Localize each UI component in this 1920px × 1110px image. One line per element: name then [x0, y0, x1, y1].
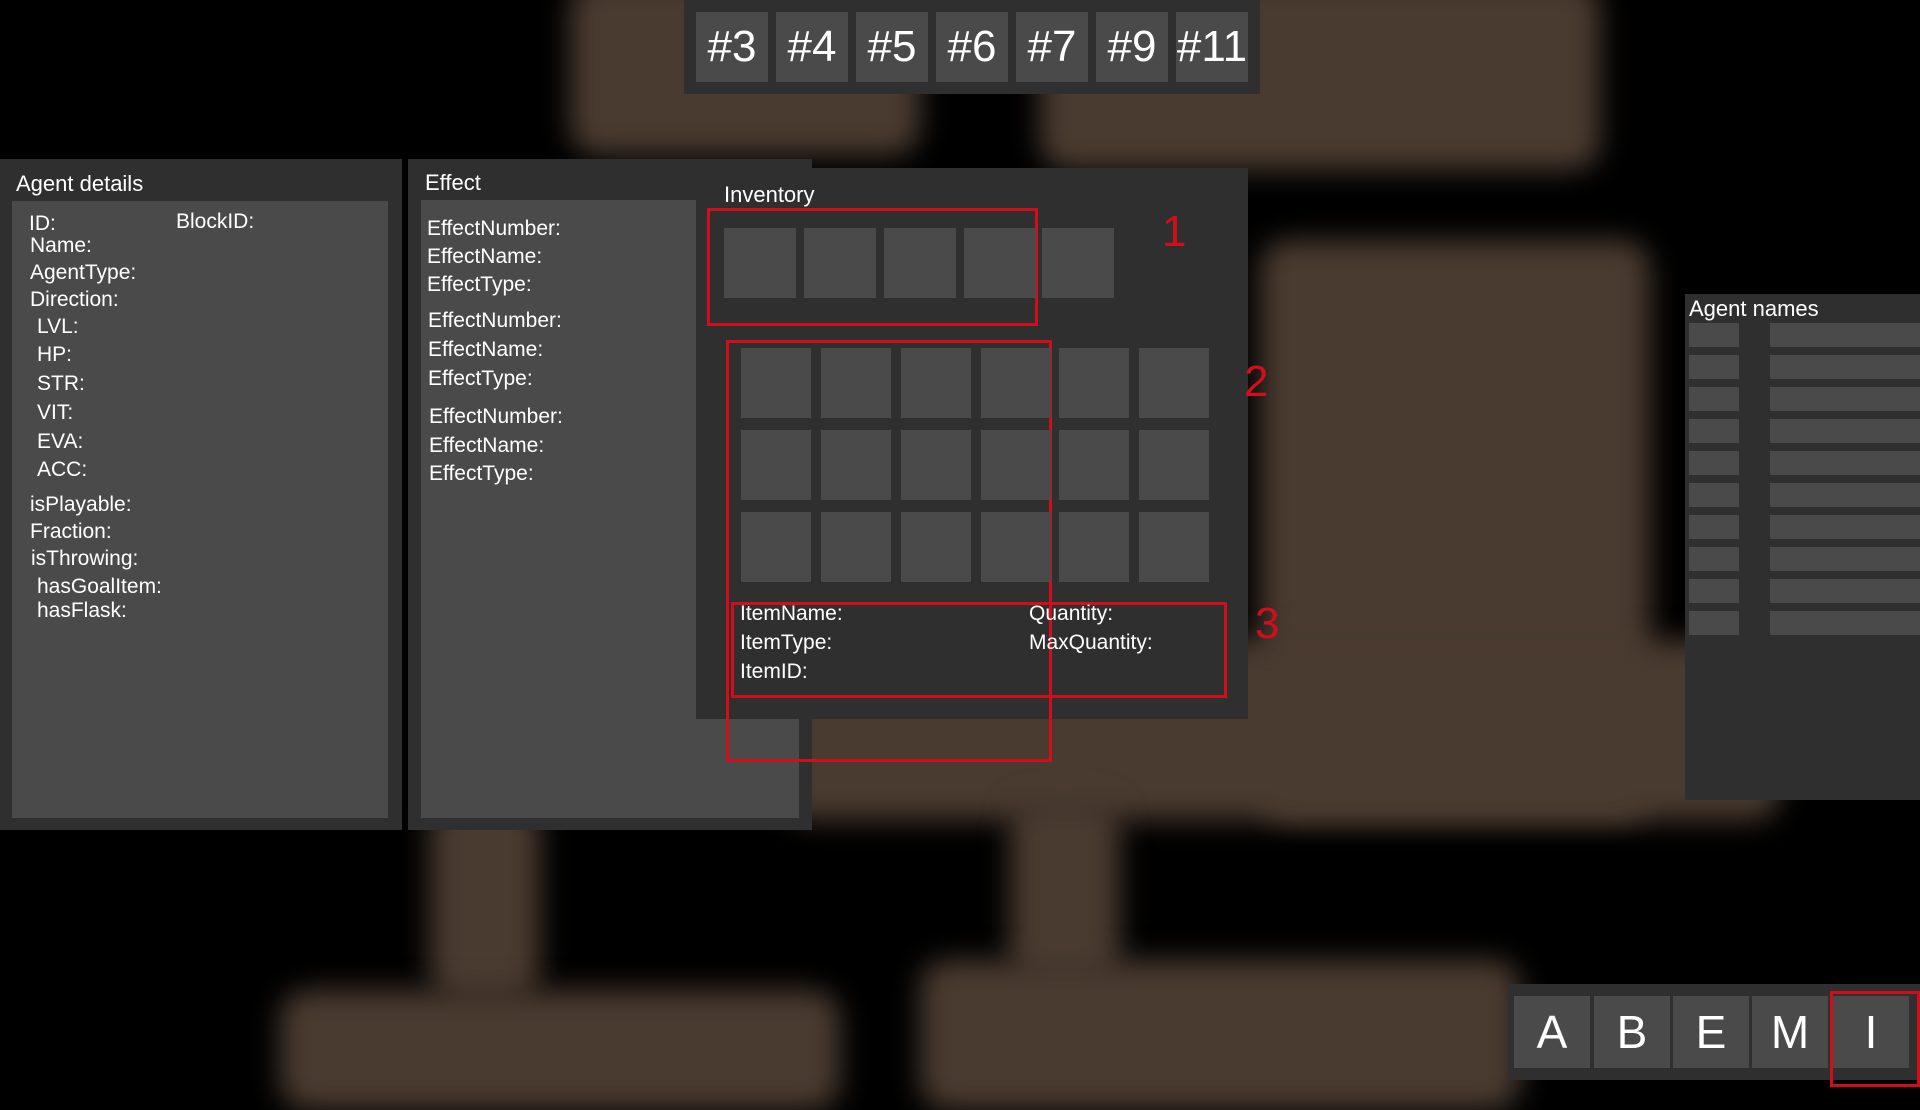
hasflask-label: hasFlask:	[37, 599, 127, 622]
agent-name-cell[interactable]	[1770, 611, 1920, 635]
agent-name-id-cell[interactable]	[1689, 387, 1739, 411]
bag-slot[interactable]	[901, 430, 971, 500]
fraction-label: Fraction:	[30, 520, 112, 543]
agent-name-cell[interactable]	[1770, 387, 1920, 411]
agent-details-title: Agent details	[16, 171, 144, 196]
bag-slot[interactable]	[821, 512, 891, 582]
equipped-slot[interactable]	[804, 228, 876, 298]
isplayable-label: isPlayable:	[30, 493, 132, 516]
effect-type-label: EffectType:	[428, 367, 533, 390]
equipped-slot[interactable]	[1042, 228, 1114, 298]
agent-tab-bar: #3 #4 #5 #6 #7 #9 #11	[684, 0, 1260, 94]
agent-name-cell[interactable]	[1770, 419, 1920, 443]
m-toggle-button[interactable]: M	[1752, 996, 1828, 1068]
bag-slot[interactable]	[741, 430, 811, 500]
effect-name-label: EffectName:	[429, 434, 545, 457]
panel-toggle-bar: A B E M I	[1508, 984, 1920, 1087]
agent-name-id-cell[interactable]	[1689, 579, 1739, 603]
agent-name-id-cell[interactable]	[1689, 419, 1739, 443]
bag-slot[interactable]	[1139, 512, 1209, 582]
effect-name-label: EffectName:	[428, 338, 544, 361]
max-quantity-label: MaxQuantity:	[1029, 631, 1153, 654]
eva-label: EVA:	[37, 430, 84, 453]
effect-number-label: EffectNumber:	[429, 405, 563, 428]
hasgoalitem-label: hasGoalItem:	[37, 575, 162, 598]
bag-slot[interactable]	[1059, 430, 1129, 500]
agent-name-cell[interactable]	[1770, 451, 1920, 475]
inventory-title: Inventory	[724, 182, 815, 207]
effect-title: Effect	[425, 170, 481, 195]
tab-agent-6[interactable]: #6	[936, 12, 1008, 82]
section-marker-1: 1	[1162, 207, 1187, 256]
agent-name-cell[interactable]	[1770, 355, 1920, 379]
agent-names-panel: Agent names	[1685, 294, 1920, 800]
vit-label: VIT:	[37, 401, 74, 424]
blockid-label: BlockID:	[176, 210, 255, 233]
agent-names-title: Agent names	[1689, 296, 1819, 321]
tab-agent-4[interactable]: #4	[776, 12, 848, 82]
inventory-panel: Inventory 1 2 ItemName: ItemType: ItemID…	[696, 168, 1279, 762]
tab-agent-7[interactable]: #7	[1016, 12, 1088, 82]
agent-details-toggle-button[interactable]: A	[1514, 996, 1590, 1068]
effect-number-label: EffectNumber:	[428, 309, 562, 332]
bag-slot[interactable]	[1059, 512, 1129, 582]
bag-slot[interactable]	[741, 512, 811, 582]
str-label: STR:	[37, 372, 85, 395]
agenttype-label: AgentType:	[30, 261, 137, 284]
tab-agent-5[interactable]: #5	[856, 12, 928, 82]
agent-name-cell[interactable]	[1770, 579, 1920, 603]
agent-name-id-cell[interactable]	[1689, 515, 1739, 539]
item-name-label: ItemName:	[740, 602, 843, 625]
direction-label: Direction:	[30, 288, 119, 311]
quantity-label: Quantity:	[1029, 602, 1114, 625]
bag-slot[interactable]	[821, 430, 891, 500]
item-id-label: ItemID:	[740, 660, 808, 683]
agent-name-id-cell[interactable]	[1689, 611, 1739, 635]
effect-toggle-button[interactable]: E	[1673, 996, 1749, 1068]
bag-slot[interactable]	[981, 430, 1051, 500]
tab-agent-9[interactable]: #9	[1096, 12, 1168, 82]
agent-name-cell[interactable]	[1770, 515, 1920, 539]
bag-slot[interactable]	[821, 348, 891, 418]
agent-name-cell[interactable]	[1770, 547, 1920, 571]
effect-number-label: EffectNumber:	[427, 217, 561, 240]
tab-agent-3[interactable]: #3	[696, 12, 768, 82]
bag-slot[interactable]	[1139, 430, 1209, 500]
bag-slot[interactable]	[981, 348, 1051, 418]
bag-slot[interactable]	[1059, 348, 1129, 418]
section-marker-3: 3	[1255, 599, 1280, 648]
bag-slot[interactable]	[1139, 348, 1209, 418]
agent-name-id-cell[interactable]	[1689, 323, 1739, 347]
lvl-label: LVL:	[37, 315, 79, 338]
inventory-button-highlight	[1830, 991, 1920, 1087]
agent-details-content: ID: BlockID: Name: AgentType: Direction:…	[12, 201, 388, 818]
bag-slot[interactable]	[981, 512, 1051, 582]
equipped-slot[interactable]	[964, 228, 1036, 298]
bag-slot[interactable]	[741, 348, 811, 418]
isthrowing-label: isThrowing:	[31, 547, 139, 570]
item-type-label: ItemType:	[740, 631, 833, 654]
name-label: Name:	[30, 234, 92, 257]
tab-agent-11[interactable]: #11	[1176, 12, 1248, 82]
equipped-slot[interactable]	[884, 228, 956, 298]
equipped-slot[interactable]	[724, 228, 796, 298]
agent-details-panel: Agent details ID: BlockID: Name: AgentTy…	[0, 159, 402, 830]
effect-type-label: EffectType:	[429, 462, 534, 485]
bag-slot[interactable]	[901, 512, 971, 582]
agent-name-id-cell[interactable]	[1689, 355, 1739, 379]
agent-name-id-cell[interactable]	[1689, 451, 1739, 475]
agent-name-id-cell[interactable]	[1689, 547, 1739, 571]
agent-name-cell[interactable]	[1770, 323, 1920, 347]
b-toggle-button[interactable]: B	[1594, 996, 1670, 1068]
agent-name-cell[interactable]	[1770, 483, 1920, 507]
agent-name-id-cell[interactable]	[1689, 483, 1739, 507]
acc-label: ACC:	[37, 458, 88, 481]
id-label: ID:	[29, 212, 56, 235]
effect-name-label: EffectName:	[427, 245, 543, 268]
effect-type-label: EffectType:	[427, 273, 532, 296]
section-marker-2: 2	[1244, 357, 1269, 406]
hp-label: HP:	[37, 343, 73, 366]
bag-slot[interactable]	[901, 348, 971, 418]
